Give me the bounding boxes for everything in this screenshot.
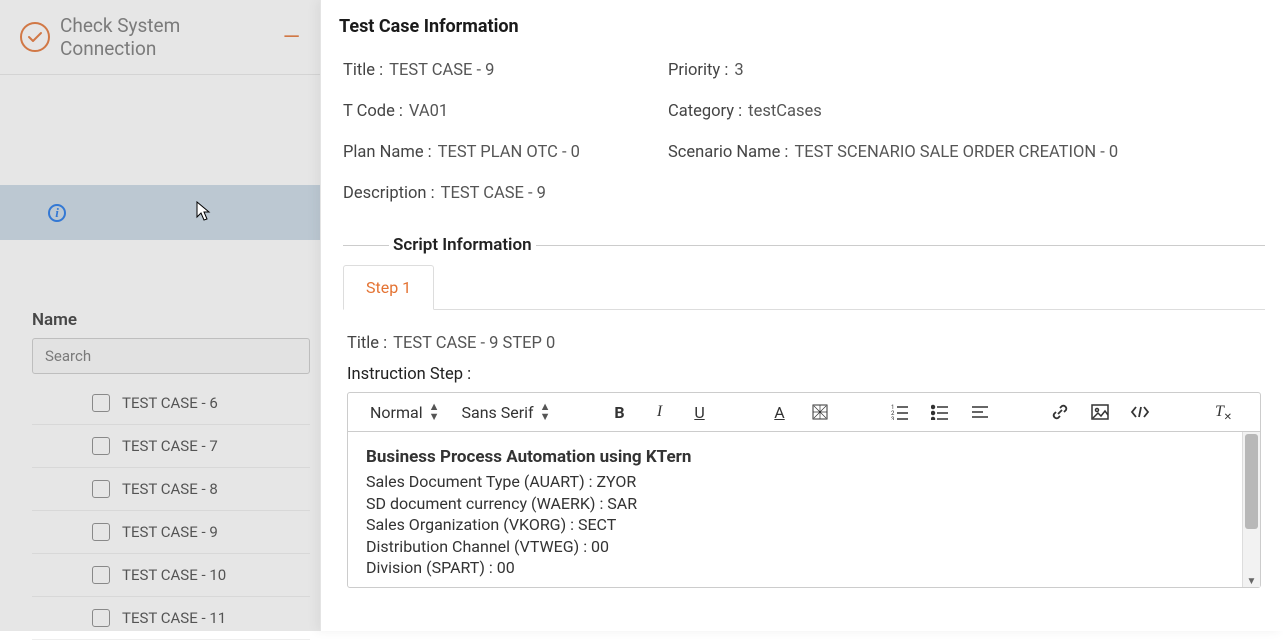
info-icon: i: [48, 204, 66, 222]
scrollbar-thumb[interactable]: [1245, 434, 1258, 529]
script-tabs: Step 1: [343, 265, 1265, 310]
title-label: Title :: [343, 61, 383, 80]
clear-format-button[interactable]: T✕: [1209, 401, 1231, 423]
step-title-label: Title :: [347, 334, 387, 353]
editor-scrollbar[interactable]: ▼: [1242, 432, 1260, 587]
divider-line: [343, 245, 389, 246]
test-list: TEST CASE - 6 TEST CASE - 7 TEST CASE - …: [32, 382, 310, 640]
underline-button[interactable]: U: [689, 401, 711, 423]
checkbox[interactable]: [92, 480, 110, 498]
info-grid: Title : TEST CASE - 9 Priority : 3 T Code …: [343, 61, 1265, 203]
list-item-label: TEST CASE - 9: [122, 523, 218, 541]
editor-line: SD document currency (WAERK) : SAR: [366, 493, 1224, 515]
editor-line: Distribution Channel (VTWEG) : 00: [366, 536, 1224, 558]
scroll-down-icon[interactable]: ▼: [1243, 576, 1260, 587]
desc-label: Description :: [343, 184, 435, 203]
list-item-label: TEST CASE - 10: [122, 566, 226, 584]
list-item-label: TEST CASE - 6: [122, 394, 218, 412]
right-panel: Test Case Information Title : TEST CASE -…: [320, 0, 1283, 631]
font-select[interactable]: Sans Serif ▲▼: [461, 402, 550, 422]
script-section-label: Script Information: [389, 235, 536, 255]
cursor-icon: [196, 201, 212, 223]
instruction-label: Instruction Step :: [347, 365, 1265, 384]
title-value: TEST CASE - 9: [389, 61, 494, 80]
checkbox[interactable]: [92, 566, 110, 584]
left-header: Check System Connection —: [0, 0, 320, 75]
bold-button[interactable]: B: [609, 401, 631, 423]
list-item[interactable]: TEST CASE - 7: [32, 425, 310, 468]
tab-step1[interactable]: Step 1: [343, 265, 434, 310]
svg-text:3: 3: [891, 416, 894, 420]
list-item-label: TEST CASE - 7: [122, 437, 218, 455]
step-title-value: TEST CASE - 9 STEP 0: [393, 334, 555, 353]
desc-value: TEST CASE - 9: [441, 184, 546, 203]
header-dash: —: [283, 25, 300, 50]
format-select-value: Normal: [370, 403, 423, 422]
checkbox[interactable]: [92, 609, 110, 627]
editor-toolbar: Normal ▲▼ Sans Serif ▲▼ B I U A: [348, 393, 1260, 432]
ordered-list-button[interactable]: 123: [889, 401, 911, 423]
editor-line: Division (SPART) : 00: [366, 557, 1224, 579]
code-button[interactable]: [1129, 401, 1151, 423]
format-select[interactable]: Normal ▲▼: [370, 402, 439, 422]
tcode-value: VA01: [409, 102, 448, 121]
caret-icon: ▲▼: [429, 402, 440, 422]
page-title: Test Case Information: [339, 16, 1265, 37]
font-select-value: Sans Serif: [461, 403, 533, 422]
checkbox[interactable]: [92, 394, 110, 412]
editor-content[interactable]: Business Process Automation using KTern …: [348, 432, 1242, 587]
scenario-label: Scenario Name :: [668, 143, 788, 162]
caret-icon: ▲▼: [540, 402, 551, 422]
image-button[interactable]: [1089, 401, 1111, 423]
list-item-label: TEST CASE - 11: [122, 609, 226, 627]
divider-line: [536, 245, 1265, 246]
list-item[interactable]: TEST CASE - 8: [32, 468, 310, 511]
priority-label: Priority :: [668, 61, 728, 80]
scenario-value: TEST SCENARIO SALE ORDER CREATION - 0: [794, 143, 1118, 162]
italic-button[interactable]: I: [649, 401, 671, 423]
list-item-label: TEST CASE - 8: [122, 480, 218, 498]
left-panel: Check System Connection — i Name TEST CA…: [0, 0, 320, 631]
category-label: Category :: [668, 102, 742, 121]
bullet-list-button[interactable]: [929, 401, 951, 423]
tcode-label: T Code :: [343, 102, 403, 121]
plan-value: TEST PLAN OTC - 0: [438, 143, 580, 162]
highlight-button[interactable]: [809, 401, 831, 423]
plan-label: Plan Name :: [343, 143, 432, 162]
checkbox[interactable]: [92, 437, 110, 455]
list-item[interactable]: TEST CASE - 11: [32, 597, 310, 640]
check-circle-icon: [20, 22, 50, 52]
font-color-button[interactable]: A: [769, 401, 791, 423]
checkbox[interactable]: [92, 523, 110, 541]
editor-headline: Business Process Automation using KTern: [366, 446, 1224, 469]
priority-value: 3: [734, 61, 743, 80]
info-notification-bar[interactable]: i: [0, 185, 320, 240]
editor-line: Sales Document Type (AUART) : ZYOR: [366, 471, 1224, 493]
list-item[interactable]: TEST CASE - 6: [32, 382, 310, 425]
name-column-header: Name: [32, 310, 310, 330]
link-button[interactable]: [1049, 401, 1071, 423]
rich-text-editor: Normal ▲▼ Sans Serif ▲▼ B I U A: [347, 392, 1261, 588]
align-button[interactable]: [969, 401, 991, 423]
search-input[interactable]: [32, 338, 310, 374]
list-item[interactable]: TEST CASE - 9: [32, 511, 310, 554]
editor-line: Sales Organization (VKORG) : SECT: [366, 514, 1224, 536]
list-item[interactable]: TEST CASE - 10: [32, 554, 310, 597]
category-value: testCases: [748, 102, 822, 121]
left-header-label: Check System Connection: [60, 14, 273, 60]
